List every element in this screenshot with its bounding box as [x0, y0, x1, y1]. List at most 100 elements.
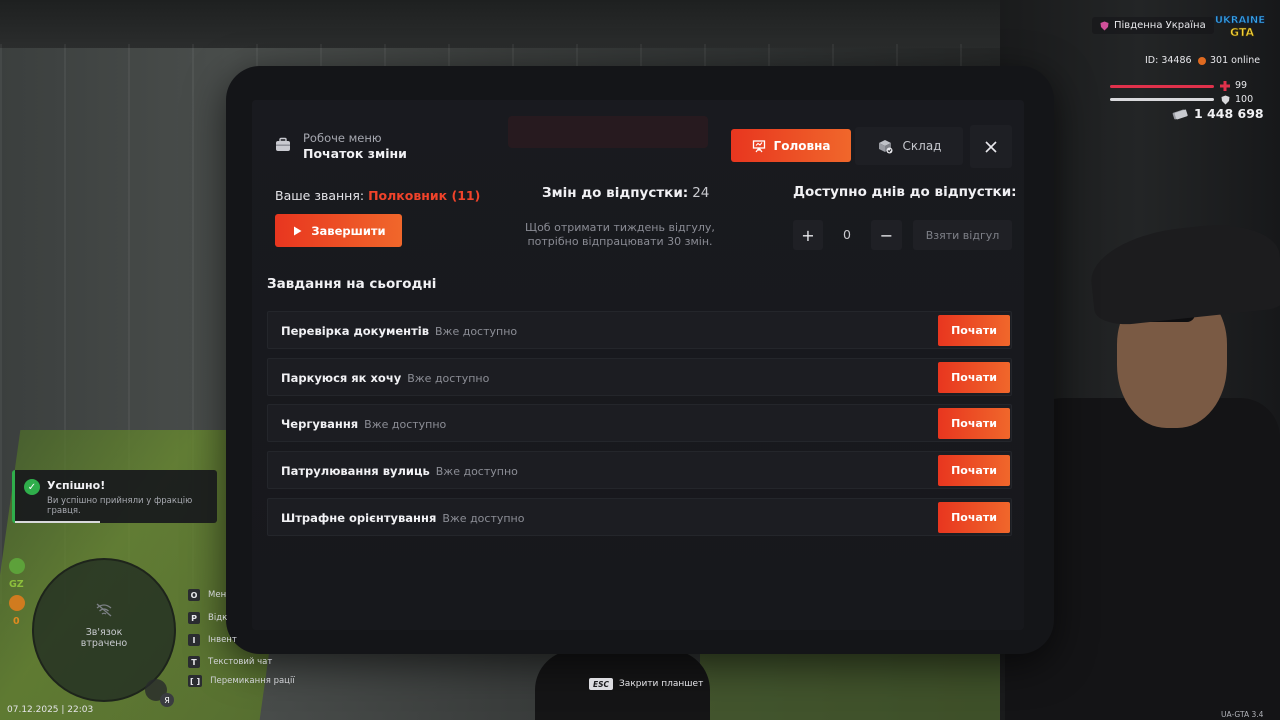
close-tablet-hint[interactable]: ESC Закрити планшет: [589, 678, 703, 690]
take-vacation-button[interactable]: Взяти відгул: [913, 220, 1012, 250]
key-badge: I: [188, 634, 200, 646]
task-status: Вже доступно: [407, 372, 490, 385]
game-version: UA-GTA 3.4: [1221, 710, 1264, 719]
shifts-hint: Щоб отримати тиждень відгулу, потрібно в…: [525, 221, 715, 248]
tasks-title: Завдання на сьогодні: [267, 276, 437, 292]
board-icon: [752, 139, 765, 152]
notification-message: Ви успішно прийняли у фракцію гравця.: [47, 496, 193, 516]
task-name: Патрулювання вулиць: [281, 464, 430, 478]
ukraine-gta-logo: UKRAINE GTA: [1215, 15, 1266, 39]
menu-title: Початок зміни: [303, 146, 407, 161]
close-tablet-label: Закрити планшет: [619, 679, 704, 689]
online-dot-icon: [1198, 56, 1206, 65]
decrease-days-button[interactable]: −: [871, 220, 902, 250]
combat-counter: 0: [13, 616, 20, 627]
shifts-label: Змін до відпустки:: [542, 185, 689, 201]
plus-icon: +: [801, 225, 815, 245]
health-value: 99: [1235, 80, 1248, 91]
key-badge: [ ]: [188, 675, 203, 687]
date-time: 07.12.2025 | 22:03: [7, 705, 94, 715]
shifts-to-vacation: Змін до відпустки: 24: [542, 185, 709, 201]
keybind-label: Відк: [208, 613, 228, 623]
gz-label: GZ: [9, 579, 24, 590]
cash-icon: [1172, 109, 1188, 119]
money-display: 1 448 698: [1172, 106, 1264, 121]
vacation-days-value: 0: [843, 227, 851, 242]
rank-label: Ваше звання:: [275, 188, 365, 203]
money-value: 1 448 698: [1194, 106, 1264, 121]
health-bar: [1110, 85, 1214, 88]
close-button[interactable]: [970, 125, 1012, 168]
finish-shift-button[interactable]: Завершити: [275, 214, 402, 247]
rank-line: Ваше звання: Полковник (11): [275, 188, 480, 203]
task-name: Чергування: [281, 417, 359, 431]
region-shield-icon: [1100, 21, 1109, 30]
online-text: 301 online: [1210, 55, 1261, 66]
briefcase-icon: [276, 137, 290, 151]
keybind-label: Перемикання рації: [210, 676, 295, 686]
ghost-background-bar: [508, 116, 708, 148]
task-name: Перевірка документів: [281, 324, 429, 338]
task-row: Штрафне орієнтування Вже доступно Почати: [267, 498, 1012, 536]
check-icon: ✓: [24, 479, 40, 495]
keybind-row: T Текстовий чат: [188, 656, 272, 668]
task-name: Штрафне орієнтування: [281, 511, 437, 525]
start-task-button[interactable]: Почати: [938, 362, 1010, 393]
play-icon: [294, 226, 302, 235]
task-status: Вже доступно: [435, 325, 518, 338]
task-row: Перевірка документів Вже доступно Почати: [267, 311, 1012, 349]
mic-key-badge: Я: [160, 693, 174, 707]
rank-value: Полковник (11): [368, 188, 481, 203]
character-hat: [1086, 218, 1280, 328]
esc-key-badge: ESC: [589, 678, 614, 690]
region-badge: Південна Україна: [1092, 17, 1214, 34]
notification-title: Успішно!: [47, 479, 106, 492]
take-vacation-label: Взяти відгул: [925, 228, 1000, 242]
svg-text:UKRAINE: UKRAINE: [1215, 15, 1265, 26]
keybind-label: Інвент: [208, 635, 237, 645]
task-row: Паркуюся як хочу Вже доступно Почати: [267, 358, 1012, 396]
shifts-value: 24: [692, 185, 710, 201]
start-task-button[interactable]: Почати: [938, 408, 1010, 439]
keybind-row: P Відк: [188, 612, 227, 624]
task-name: Паркуюся як хочу: [281, 371, 402, 385]
vacation-days-title: Доступно днів до відпустки:: [793, 184, 1017, 200]
tab-storage-label: Склад: [902, 139, 942, 153]
keybind-row: [ ] Перемикання рації: [188, 675, 295, 687]
keybind-label: Текстовий чат: [208, 657, 273, 667]
region-name: Південна Україна: [1114, 20, 1206, 31]
finish-shift-label: Завершити: [311, 223, 386, 238]
increase-days-button[interactable]: +: [793, 220, 823, 250]
notification-progress: [15, 521, 100, 523]
task-status: Вже доступно: [435, 465, 518, 478]
key-badge: T: [188, 656, 200, 668]
key-badge: O: [188, 589, 200, 601]
swords-icon: [9, 595, 25, 611]
start-task-button[interactable]: Почати: [938, 455, 1010, 486]
armor-shield-icon: [1221, 95, 1230, 105]
shield-status-icon: [9, 558, 25, 574]
keybind-row: O Мен: [188, 589, 226, 601]
keybind-row: I Інвент: [188, 634, 237, 646]
start-task-button[interactable]: Почати: [938, 315, 1010, 346]
armor-bar: [1110, 98, 1214, 101]
task-status: Вже доступно: [442, 512, 525, 525]
minus-icon: −: [879, 225, 894, 245]
signal-lost-text: Зв'язок втрачено: [80, 627, 128, 649]
no-signal-icon: [96, 603, 112, 617]
keybind-label: Мен: [208, 590, 227, 600]
tab-storage[interactable]: Склад: [855, 127, 963, 165]
start-task-button[interactable]: Почати: [938, 502, 1010, 533]
armor-value: 100: [1235, 94, 1254, 105]
box-icon: [878, 140, 893, 154]
success-notification: ✓ Успішно! Ви успішно прийняли у фракцію…: [12, 470, 217, 523]
online-count: 301 online: [1198, 55, 1260, 66]
menu-subtitle: Робоче меню: [303, 131, 382, 145]
task-status: Вже доступно: [364, 418, 447, 431]
task-row: Патрулювання вулиць Вже доступно Почати: [267, 451, 1012, 489]
health-cross-icon: [1220, 81, 1230, 91]
tab-main-label: Головна: [773, 138, 831, 153]
task-row: Чергування Вже доступно Почати: [267, 404, 1012, 442]
svg-text:GTA: GTA: [1230, 26, 1254, 39]
tab-main[interactable]: Головна: [731, 129, 851, 162]
